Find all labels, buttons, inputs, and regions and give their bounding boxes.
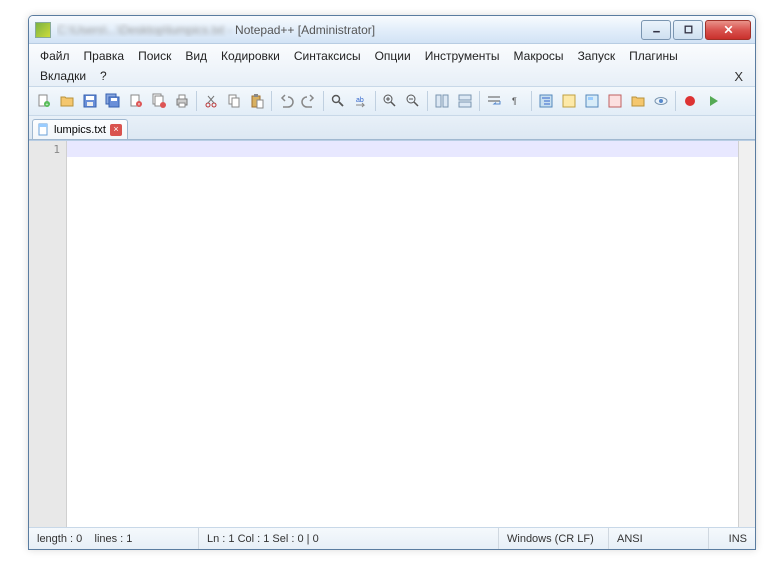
tab-label: lumpics.txt (54, 124, 106, 136)
tabbar: lumpics.txt × (29, 116, 755, 140)
toolbar: + × ab ¶ (29, 87, 755, 116)
scrollbar-vertical[interactable] (738, 141, 755, 527)
svg-text:¶: ¶ (512, 96, 517, 106)
menu-edit[interactable]: Правка (77, 46, 132, 66)
menu-language[interactable]: Синтаксисы (287, 46, 368, 66)
menu-settings[interactable]: Опции (368, 46, 418, 66)
text-area[interactable] (67, 141, 738, 527)
app-window: C:\Users\...\Desktop\lumpics.txt - Notep… (28, 15, 756, 550)
statusbar: length : 0 lines : 1 Ln : 1 Col : 1 Sel … (29, 527, 755, 549)
replace-icon[interactable]: ab (350, 90, 372, 112)
menu-run[interactable]: Запуск (571, 46, 623, 66)
copy-icon[interactable] (223, 90, 245, 112)
editor: 1 (29, 140, 755, 527)
paste-icon[interactable] (246, 90, 268, 112)
close-button[interactable] (705, 20, 751, 40)
save-all-icon[interactable] (102, 90, 124, 112)
doc-map-icon[interactable] (581, 90, 603, 112)
menu-encoding[interactable]: Кодировки (214, 46, 287, 66)
lang-panel-icon[interactable] (558, 90, 580, 112)
status-mode[interactable]: INS (709, 528, 755, 549)
menubar-close-x[interactable]: X (726, 67, 751, 86)
titlebar[interactable]: C:\Users\...\Desktop\lumpics.txt - Notep… (29, 16, 755, 44)
menu-help[interactable]: ? (93, 66, 114, 86)
status-eol[interactable]: Windows (CR LF) (499, 528, 609, 549)
minimize-button[interactable] (641, 20, 671, 40)
close-all-icon[interactable] (148, 90, 170, 112)
line-gutter: 1 (29, 141, 67, 527)
file-icon (37, 123, 50, 136)
find-icon[interactable] (327, 90, 349, 112)
app-icon (35, 22, 51, 38)
status-position: Ln : 1 Col : 1 Sel : 0 | 0 (199, 528, 499, 549)
svg-text:×: × (138, 102, 141, 108)
menu-view[interactable]: Вид (178, 46, 214, 66)
sync-h-icon[interactable] (454, 90, 476, 112)
play-macro-icon[interactable] (702, 90, 724, 112)
line-number: 1 (29, 143, 60, 156)
word-wrap-icon[interactable] (483, 90, 505, 112)
menu-tools[interactable]: Инструменты (418, 46, 507, 66)
sync-v-icon[interactable] (431, 90, 453, 112)
show-all-icon[interactable]: ¶ (506, 90, 528, 112)
zoom-in-icon[interactable] (379, 90, 401, 112)
tab-close-icon[interactable]: × (110, 124, 122, 136)
print-icon[interactable] (171, 90, 193, 112)
current-line-highlight (67, 141, 738, 157)
window-title: C:\Users\...\Desktop\lumpics.txt - Notep… (57, 23, 641, 37)
close-file-icon[interactable]: × (125, 90, 147, 112)
maximize-button[interactable] (673, 20, 703, 40)
tab-file[interactable]: lumpics.txt × (32, 119, 128, 139)
menubar: Файл Правка Поиск Вид Кодировки Синтакси… (29, 44, 755, 87)
save-icon[interactable] (79, 90, 101, 112)
folder-tree-icon[interactable] (627, 90, 649, 112)
menu-file[interactable]: Файл (33, 46, 77, 66)
cut-icon[interactable] (200, 90, 222, 112)
record-macro-icon[interactable] (679, 90, 701, 112)
func-list-icon[interactable] (604, 90, 626, 112)
status-length: length : 0 lines : 1 (29, 528, 199, 549)
menu-macro[interactable]: Макросы (507, 46, 571, 66)
menu-plugins[interactable]: Плагины (622, 46, 685, 66)
menu-search[interactable]: Поиск (131, 46, 178, 66)
new-file-icon[interactable]: + (33, 90, 55, 112)
zoom-out-icon[interactable] (402, 90, 424, 112)
indent-guide-icon[interactable] (535, 90, 557, 112)
svg-text:ab: ab (356, 97, 364, 104)
svg-text:+: + (46, 102, 49, 108)
monitor-icon[interactable] (650, 90, 672, 112)
redo-icon[interactable] (298, 90, 320, 112)
menu-window[interactable]: Вкладки (33, 66, 93, 86)
open-file-icon[interactable] (56, 90, 78, 112)
status-encoding[interactable]: ANSI (609, 528, 709, 549)
undo-icon[interactable] (275, 90, 297, 112)
